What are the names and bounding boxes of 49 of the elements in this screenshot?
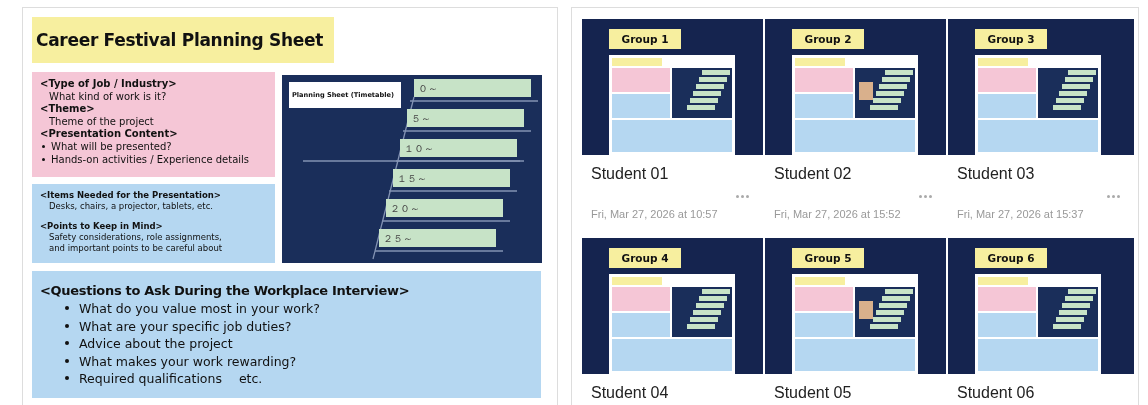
slide-thumbnail[interactable]: Group 6 [948,238,1134,374]
student-name: Student 04 [591,384,670,402]
section-text: What kind of work is it? [48,90,168,104]
bullet-item: Hands-on activities / Experience details [40,153,269,167]
more-options-icon[interactable] [736,193,749,200]
group-label: Group 5 [792,248,864,268]
slide-thumbnail[interactable]: Group 5 [765,238,946,374]
time-slot: １０～ [400,139,517,157]
question-item: Advice about the project [40,335,541,353]
slide-thumbnail[interactable]: Group 2 [765,19,946,155]
bullet-item: What will be presented? [40,140,269,154]
time-slot: ２０～ [386,199,503,217]
student-name: Student 03 [957,165,1036,183]
group-label: Group 2 [792,29,864,49]
section-heading: <Presentation Content> [40,128,179,141]
section-text: Theme of the project [48,115,155,129]
section-text: Desks, chairs, a projector, tablets, etc. [48,201,215,212]
timestamp: Fri, Mar 27, 2026 at 10:57 [591,208,719,222]
student-name: Student 01 [591,165,670,183]
time-slot: １５～ [393,169,510,187]
questions-heading: <Questions to Ask During the Workplace Interview> [40,283,411,298]
section-heading: <Items Needed for the Presentation> [40,190,222,201]
section-heading: <Type of Job / Industry> [40,78,178,91]
group-label: Group 6 [975,248,1047,268]
timestamp: Fri, Mar 27, 2026 at 15:52 [774,208,902,222]
section-text: and important points to be careful about [48,243,224,254]
timestamp: Fri, Mar 27, 2026 at 15:37 [957,208,1085,222]
group-label: Group 4 [609,248,681,268]
slide-title: Career Festival Planning Sheet [32,17,334,63]
more-options-icon[interactable] [1107,193,1120,200]
section-heading: <Points to Keep in Mind> [40,221,164,232]
time-slot: ２５～ [379,229,496,247]
student-name: Student 06 [957,384,1036,402]
question-item: Required qualifications etc. [40,370,541,388]
question-item: What are your specific job duties? [40,317,541,335]
student-name: Student 02 [774,165,853,183]
time-slot: ５～ [407,109,524,127]
slide-thumbnail[interactable]: Group 1 [582,19,763,155]
question-item: What do you value most in your work? [40,300,541,318]
group-label: Group 3 [975,29,1047,49]
section-text: Safety considerations, role assignments, [48,232,223,243]
slide-thumbnail[interactable]: Group 3 [948,19,1134,155]
question-item: What makes your work rewarding? [40,352,541,370]
group-label: Group 1 [609,29,681,49]
more-options-icon[interactable] [919,193,932,200]
section-heading: <Theme> [40,103,96,116]
student-name: Student 05 [774,384,853,402]
slide-thumbnail[interactable]: Group 4 [582,238,763,374]
time-slot: ０～ [414,79,531,97]
